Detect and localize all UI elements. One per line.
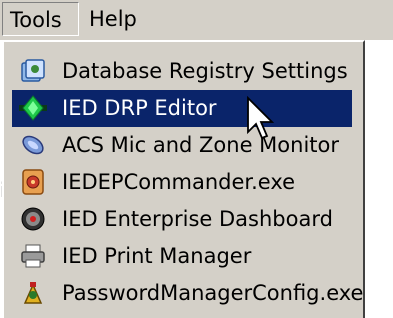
registry-icon bbox=[21, 59, 45, 82]
mouse-cursor-icon bbox=[247, 96, 275, 140]
menu-item-label: ACS Mic and Zone Monitor bbox=[62, 133, 339, 157]
commander-icon bbox=[22, 169, 44, 195]
tools-dropdown-menu: Database Registry Settings IED DRP Edito… bbox=[2, 40, 365, 318]
mic-monitor-icon bbox=[22, 135, 44, 155]
menu-item-label: IED Enterprise Dashboard bbox=[62, 207, 333, 231]
menu-item-iedepcommander[interactable]: IEDEPCommander.exe bbox=[12, 164, 352, 201]
menu-item-label: IEDEPCommander.exe bbox=[62, 170, 296, 194]
menu-item-ied-print-manager[interactable]: IED Print Manager bbox=[12, 238, 352, 275]
menu-item-acs-mic-zone-monitor[interactable]: ACS Mic and Zone Monitor bbox=[12, 127, 352, 164]
green-diamond-icon bbox=[19, 95, 47, 121]
dashboard-icon bbox=[21, 207, 45, 231]
menu-help[interactable]: Help bbox=[82, 2, 152, 36]
password-config-icon bbox=[23, 282, 43, 304]
menu-item-ied-drp-editor[interactable]: IED DRP Editor bbox=[12, 90, 352, 127]
menu-item-ied-enterprise-dashboard[interactable]: IED Enterprise Dashboard bbox=[12, 201, 352, 238]
menu-item-passwordmanagerconfig[interactable]: PasswordManagerConfig.exe bbox=[12, 275, 363, 312]
menu-item-label: IED Print Manager bbox=[62, 244, 252, 268]
menu-item-label: PasswordManagerConfig.exe bbox=[62, 281, 364, 305]
menu-item-label: IED DRP Editor bbox=[62, 96, 217, 120]
printer-icon bbox=[21, 244, 45, 268]
menu-bar: Tools Help bbox=[0, 0, 393, 40]
menu-tools[interactable]: Tools bbox=[2, 2, 79, 36]
menu-item-label: Database Registry Settings bbox=[62, 59, 348, 83]
menu-item-database-registry-settings[interactable]: Database Registry Settings bbox=[12, 53, 352, 90]
